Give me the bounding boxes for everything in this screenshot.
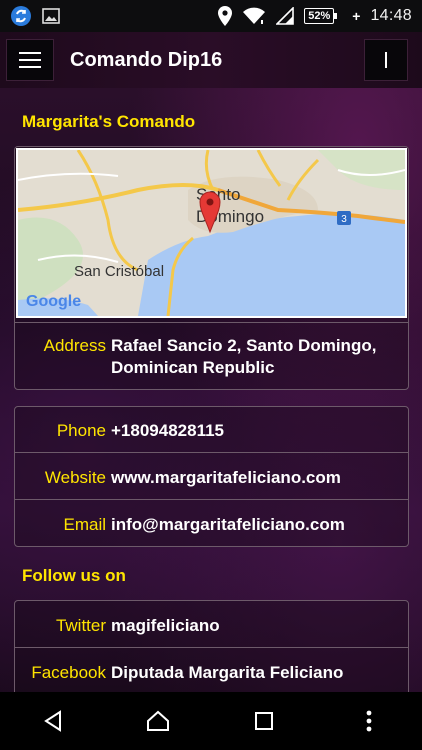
charging-icon: +	[352, 8, 361, 24]
address-line-1: Rafael Sancio 2, Santo Domingo,	[111, 336, 377, 355]
back-button[interactable]	[23, 699, 83, 743]
more-icon	[366, 710, 372, 732]
website-label: Website	[44, 468, 106, 487]
divider	[14, 322, 409, 323]
website-value[interactable]: www.margaritafeliciano.com	[106, 467, 341, 489]
phone-label: Phone	[56, 421, 106, 440]
wifi-icon	[242, 7, 266, 25]
divider	[14, 647, 409, 648]
cell-signal-icon	[276, 7, 295, 25]
facebook-value[interactable]: Diputada Margarita Feliciano	[106, 662, 343, 684]
back-icon	[43, 710, 61, 732]
battery-icon: 52%	[304, 8, 338, 24]
follow-title: Follow us on	[22, 566, 126, 585]
address-value[interactable]: Rafael Sancio 2, Santo Domingo, Dominica…	[106, 335, 376, 379]
map-label-san-cristobal: San Cristóbal	[74, 263, 164, 280]
divider	[14, 452, 409, 453]
facebook-row[interactable]: Facebook Diputada Margarita Feliciano	[14, 662, 409, 684]
twitter-value[interactable]: magifeliciano	[106, 615, 220, 637]
menu-button[interactable]	[6, 39, 54, 81]
google-logo: Google	[26, 293, 81, 310]
home-icon	[147, 710, 170, 731]
email-value[interactable]: info@margaritafeliciano.com	[106, 514, 345, 536]
twitter-label: Twitter	[55, 616, 106, 635]
divider	[14, 499, 409, 500]
section-title: Margarita's Comando	[22, 112, 196, 131]
app-title: Comando Dip16	[70, 48, 223, 71]
overflow-icon	[385, 52, 387, 68]
image-icon	[42, 8, 60, 24]
highway-shield-label: 3	[341, 214, 347, 225]
home-button[interactable]	[128, 699, 188, 743]
status-bar: 52% + 14:48	[0, 0, 422, 32]
address-row: Address Rafael Sancio 2, Santo Domingo, …	[14, 335, 409, 379]
sync-icon	[10, 5, 32, 27]
menu-icon-line	[19, 59, 41, 61]
menu-icon-line	[19, 52, 41, 54]
address-label: Address	[43, 336, 106, 355]
email-row[interactable]: Email info@margaritafeliciano.com	[14, 514, 409, 536]
address-line-2: Dominican Republic	[111, 358, 275, 377]
battery-level: 52%	[308, 9, 331, 22]
website-row[interactable]: Website www.margaritafeliciano.com	[14, 467, 409, 489]
nav-menu-button[interactable]	[339, 699, 399, 743]
content-area[interactable]: Margarita's Comando 3 Santo Domingo San …	[0, 88, 422, 692]
phone-row[interactable]: Phone +18094828115	[14, 420, 409, 442]
navigation-bar	[0, 692, 422, 750]
app-bar: Comando Dip16	[0, 32, 422, 88]
menu-icon-line	[19, 66, 41, 68]
status-time: 14:48	[370, 7, 412, 24]
recents-icon	[254, 712, 273, 730]
location-icon	[218, 6, 233, 26]
phone-value[interactable]: +18094828115	[106, 420, 224, 442]
twitter-row[interactable]: Twitter magifeliciano	[14, 615, 409, 637]
map-view[interactable]: 3 Santo Domingo San Cristóbal Google	[16, 148, 407, 318]
email-label: Email	[63, 515, 106, 534]
recents-button[interactable]	[234, 699, 294, 743]
overflow-menu-button[interactable]	[364, 39, 408, 81]
facebook-label: Facebook	[31, 663, 106, 682]
